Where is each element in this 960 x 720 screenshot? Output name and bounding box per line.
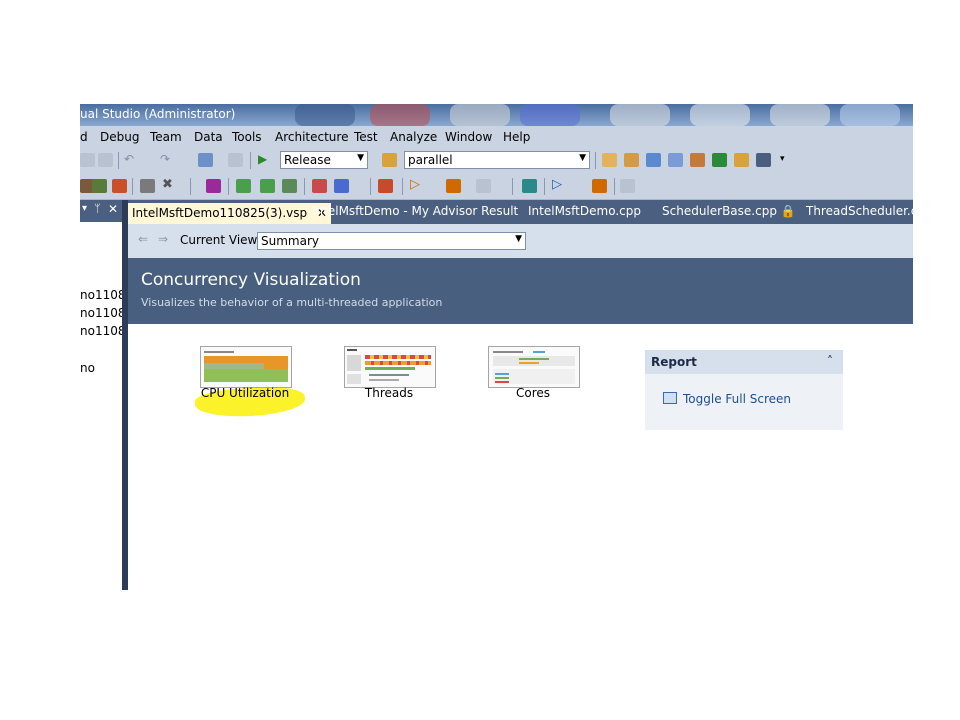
menu-team[interactable]: Team — [150, 130, 182, 144]
advisor-icon[interactable] — [522, 179, 537, 193]
tab-cpp[interactable]: IntelMsftDemo.cpp — [528, 204, 641, 218]
menu-data[interactable]: Data — [194, 130, 223, 144]
options-icon[interactable] — [620, 179, 635, 193]
tree-item[interactable]: no — [80, 361, 95, 375]
tab-label: IntelMsftDemo110825(3).vsp — [132, 206, 308, 220]
object-browser-icon[interactable] — [646, 153, 661, 167]
current-view-label: Current View: — [180, 233, 261, 247]
chevron-down-icon: ▼ — [357, 153, 364, 163]
analysis-toolbar: ✖ ▷ ▷ — [80, 174, 913, 200]
start-debugging-icon[interactable]: ▶ — [258, 152, 273, 166]
panel-header: ▾ ᛘ ✕ — [80, 200, 122, 222]
cores-thumbnail[interactable] — [488, 346, 580, 388]
configuration-value: Release — [284, 153, 331, 167]
stop-icon[interactable] — [140, 179, 155, 193]
report-panel: Report ˄ Toggle Full Screen — [645, 350, 843, 430]
cpu-utilization-thumbnail[interactable] — [200, 346, 292, 388]
full-screen-icon — [663, 392, 677, 404]
tab-thread-scheduler[interactable]: ThreadScheduler.cp — [806, 204, 913, 218]
class-view-icon[interactable] — [92, 179, 107, 193]
inspect-icon[interactable] — [446, 179, 461, 193]
toolbar-options-icon[interactable]: ▾ — [780, 154, 795, 168]
tab-vsp[interactable]: IntelMsftDemo110825(3).vsp ✕ — [128, 203, 332, 224]
close-icon[interactable]: ✕ — [108, 202, 118, 216]
play-icon[interactable]: ▷ — [410, 177, 425, 192]
window-title: ual Studio (Administrator) — [80, 107, 236, 121]
cpu-utilization-link[interactable]: CPU Utilization — [185, 386, 305, 400]
step-over-icon[interactable] — [260, 179, 275, 193]
tab-scheduler-base[interactable]: SchedulerBase.cpp 🔒 — [662, 204, 796, 218]
compare-icon[interactable] — [592, 179, 607, 193]
menu-help[interactable]: Help — [503, 130, 530, 144]
back-icon[interactable]: ⇐ — [138, 232, 148, 246]
menu-file[interactable]: d — [80, 130, 88, 144]
forward-icon[interactable]: ⇒ — [158, 232, 168, 246]
find-icon[interactable] — [602, 153, 617, 167]
solution-explorer-panel: ▾ ᛘ ✕ no11082 no11082 no11082 no — [80, 200, 133, 590]
page-title: Concurrency Visualization — [141, 270, 361, 290]
menu-architecture[interactable]: Architecture — [275, 130, 348, 144]
current-view-select[interactable]: Summary ▼ — [257, 232, 526, 250]
extension-icon[interactable] — [734, 153, 749, 167]
threads-link[interactable]: Threads — [329, 386, 449, 400]
export-icon[interactable] — [712, 153, 727, 167]
view-navigation-bar: ⇐ ⇒ Current View: Summary ▼ — [128, 224, 913, 258]
menu-bar: d Debug Team Data Tools Architecture Tes… — [80, 126, 913, 148]
chevron-down-icon: ▼ — [515, 234, 522, 244]
document-area: IntelMsftDemo110825(3).vsp ✕ IntelMsftDe… — [128, 200, 913, 590]
configuration-combo[interactable]: Release ▼ — [280, 151, 368, 169]
properties-icon[interactable] — [624, 153, 639, 167]
performance-icon[interactable] — [112, 179, 127, 193]
current-view-value: Summary — [261, 234, 319, 248]
step-out-icon[interactable] — [282, 179, 297, 193]
clipboard-icon[interactable] — [98, 153, 113, 167]
menu-test[interactable]: Test — [354, 130, 378, 144]
tab-advisor-result[interactable]: IntelMsftDemo - My Advisor Result — [312, 204, 518, 218]
toggle-full-screen-link[interactable]: Toggle Full Screen — [683, 392, 791, 406]
find-value: parallel — [408, 153, 453, 167]
menu-tools[interactable]: Tools — [232, 130, 262, 144]
menu-analyze[interactable]: Analyze — [390, 130, 437, 144]
page-subtitle: Visualizes the behavior of a multi-threa… — [141, 296, 443, 309]
report-title: Report — [651, 355, 697, 369]
visual-studio-window: ual Studio (Administrator) d Debug Team … — [80, 104, 913, 590]
run-icon[interactable]: ▷ — [552, 177, 567, 192]
threads-thumbnail[interactable] — [344, 346, 436, 388]
report-header[interactable]: Report ˄ — [645, 350, 843, 374]
title-bar: ual Studio (Administrator) — [80, 104, 913, 126]
toolbox-icon[interactable] — [668, 153, 683, 167]
pin-icon[interactable]: ᛘ — [94, 202, 101, 215]
find-in-files-icon[interactable] — [382, 153, 397, 167]
redo-icon[interactable]: ↷ — [160, 152, 175, 166]
tools-icon[interactable] — [690, 153, 705, 167]
inspector-icon[interactable] — [206, 179, 221, 193]
chevron-down-icon: ▼ — [579, 153, 586, 163]
step-icon[interactable] — [236, 179, 251, 193]
find-combo[interactable]: parallel ▼ — [404, 151, 590, 169]
menu-window[interactable]: Window — [445, 130, 492, 144]
amplifier-icon[interactable] — [312, 179, 327, 193]
save-icon[interactable] — [228, 153, 243, 167]
chevron-down-icon[interactable]: ▾ — [82, 203, 87, 214]
navigate-icon[interactable] — [198, 153, 213, 167]
undo-icon[interactable]: ↶ — [124, 152, 139, 166]
list-icon[interactable] — [334, 179, 349, 193]
command-window-icon[interactable] — [756, 153, 771, 167]
paste-icon[interactable] — [80, 153, 95, 167]
cores-link[interactable]: Cores — [473, 386, 593, 400]
amplifier-xe-icon[interactable] — [378, 179, 393, 193]
page-header: Concurrency Visualization Visualizes the… — [128, 258, 913, 324]
report-icon[interactable] — [476, 179, 491, 193]
standard-toolbar: ↶ ↷ ▶ Release ▼ parallel ▼ ▾ — [80, 148, 913, 174]
collapse-icon[interactable]: ˄ — [827, 354, 833, 368]
close-icon[interactable]: ✖ — [162, 177, 177, 192]
menu-debug[interactable]: Debug — [100, 130, 139, 144]
document-tabs: IntelMsftDemo110825(3).vsp ✕ IntelMsftDe… — [128, 200, 913, 224]
